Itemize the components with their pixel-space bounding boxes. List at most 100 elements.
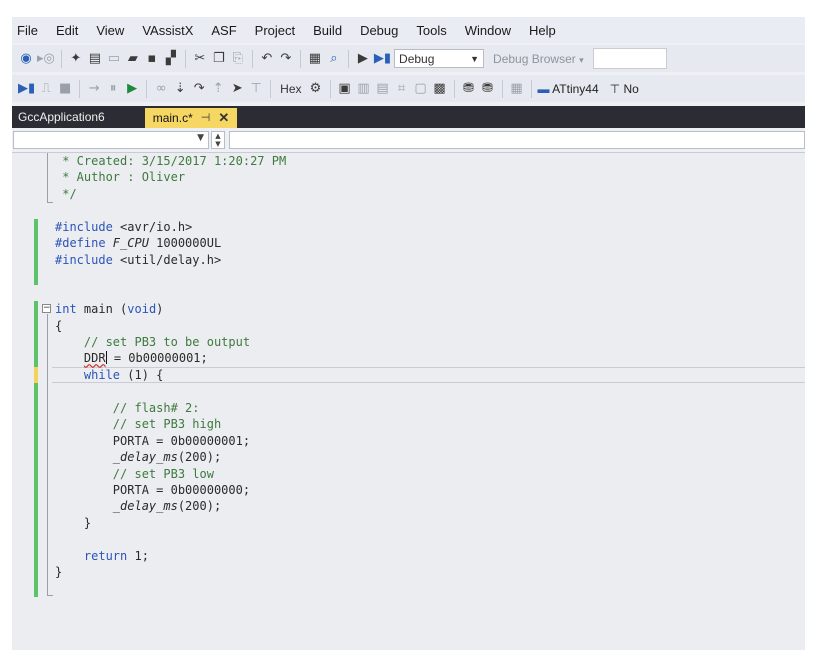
new-file-icon[interactable]: ▭ (106, 49, 122, 69)
code-line-text: * Created: 3/15/2017 1:20:27 PM (55, 153, 286, 169)
start-without-debugging-icon[interactable]: ▶▮ (374, 49, 391, 69)
menu-item-file[interactable]: File (12, 23, 47, 38)
windows-icon[interactable]: ▣ (337, 79, 353, 99)
scope-dropdown[interactable]: ▼ (13, 131, 209, 149)
menu-item-vassistx[interactable]: VAssistX (133, 23, 202, 38)
code-line-text: PORTA = 0b00000001; (55, 433, 250, 449)
code-line[interactable]: _delay_ms(200); (12, 449, 805, 465)
menu-item-tools[interactable]: Tools (407, 23, 455, 38)
code-line[interactable]: #include <util/delay.h> (12, 252, 805, 268)
memory-icon[interactable]: ▥ (356, 79, 372, 99)
run-to-cursor-icon[interactable]: ➤ (229, 79, 245, 99)
step-into-icon[interactable]: ⇣ (172, 79, 188, 99)
step-over-icon[interactable]: ↷ (191, 79, 207, 99)
tool-selector[interactable]: ⊤ No (610, 82, 639, 96)
watch-icon[interactable]: ▩ (432, 79, 448, 99)
code-line[interactable]: * Created: 3/15/2017 1:20:27 PM (12, 153, 805, 169)
menu-item-build[interactable]: Build (304, 23, 351, 38)
code-line[interactable]: */ (12, 186, 805, 202)
code-token: (200); (177, 450, 222, 465)
menu-item-project[interactable]: Project (246, 23, 304, 38)
cut-icon[interactable]: ✂ (192, 49, 208, 69)
code-line[interactable]: } (12, 515, 805, 531)
copy-icon[interactable]: ❐ (211, 49, 227, 69)
menu-item-help[interactable]: Help (520, 23, 565, 38)
back-icon[interactable]: ◉ (18, 49, 34, 69)
start-debug-break-icon[interactable]: ⎍ (38, 79, 54, 99)
redo-icon[interactable]: ↷ (278, 49, 294, 69)
code-line[interactable]: #define F_CPU 1000000UL (12, 235, 805, 251)
menu-item-debug[interactable]: Debug (351, 23, 407, 38)
device-pack-icon[interactable]: ▦ (509, 79, 525, 99)
code-line[interactable]: // set PB3 low (12, 466, 805, 482)
registers-icon[interactable]: ▤ (375, 79, 391, 99)
code-line[interactable]: PORTA = 0b00000001; (12, 433, 805, 449)
code-line[interactable]: { (12, 318, 805, 334)
disassembly-icon[interactable]: ⚙ (308, 79, 324, 99)
debug-browser-dropdown[interactable]: Debug Browser ▾ (493, 52, 584, 66)
open-folder-icon[interactable]: ▰ (125, 49, 141, 69)
member-dropdown[interactable] (229, 131, 805, 149)
chevron-up-icon[interactable]: ▲ (212, 132, 224, 140)
code-line[interactable]: } (12, 564, 805, 580)
show-next-statement-icon[interactable]: ∞ (153, 79, 169, 99)
menu-item-edit[interactable]: Edit (47, 23, 87, 38)
menu-item-view[interactable]: View (87, 23, 133, 38)
new-project-icon[interactable]: ✦ (68, 49, 84, 69)
code-line[interactable]: // set PB3 high (12, 416, 805, 432)
continue-icon[interactable]: ▶ (124, 79, 140, 99)
processor-icon[interactable]: ▢ (413, 79, 429, 99)
code-line[interactable]: * Author : Oliver (12, 169, 805, 185)
io-view-icon[interactable]: ⌗ (394, 79, 410, 99)
chevron-down-icon[interactable]: ▼ (212, 140, 224, 148)
code-line[interactable]: // flash# 2: (12, 400, 805, 416)
undo-icon[interactable]: ↶ (259, 49, 275, 69)
menu-item-asf[interactable]: ASF (202, 23, 245, 38)
toolbar-separator (79, 79, 81, 98)
debug-toolbar: ▶▮ ⎍ ■ → ⏸ ▶ ∞ ⇣ ↷ ⇡ ➤ ⊤ Hex ⚙ ▣ ▥ ▤ ⌗ ▢… (12, 75, 805, 102)
start-debugging-icon[interactable]: ▶ (355, 49, 371, 69)
reset-icon[interactable]: ⊤ (248, 79, 264, 99)
device-programming-icon[interactable]: ⛃ (461, 79, 477, 99)
add-item-icon[interactable]: ▤ (87, 49, 103, 69)
code-line[interactable] (12, 268, 805, 284)
step-arrow-icon[interactable]: → (86, 79, 102, 99)
code-line-text: int main (void) (55, 301, 163, 317)
code-line[interactable]: int main (void) (12, 301, 805, 317)
code-line[interactable]: PORTA = 0b00000000; (12, 482, 805, 498)
paste-icon[interactable]: ⎘ (230, 49, 246, 69)
program-device-icon[interactable]: ⛃ (480, 79, 496, 99)
pin-icon[interactable]: ⊣ (201, 108, 211, 128)
code-line[interactable] (12, 383, 805, 399)
find-icon[interactable]: ⌕ (326, 49, 342, 69)
code-line[interactable]: _delay_ms(200); (12, 498, 805, 514)
step-out-icon[interactable]: ⇡ (210, 79, 226, 99)
pause-icon[interactable]: ⏸ (105, 79, 121, 99)
code-token: } (55, 565, 63, 580)
save-all-icon[interactable]: ▞ (163, 49, 179, 69)
code-editor[interactable]: − * Created: 3/15/2017 1:20:27 PM * Auth… (12, 153, 805, 650)
code-line[interactable] (12, 285, 805, 301)
tab-main-c[interactable]: main.c* ⊣ ✕ (144, 108, 238, 128)
code-line[interactable]: #include <avr/io.h> (12, 219, 805, 235)
toolbar-search-box[interactable] (592, 48, 667, 69)
step-continue-icon[interactable]: ▶▮ (18, 79, 35, 99)
solution-configuration-dropdown[interactable]: Debug ▼ (394, 49, 485, 68)
scope-spinner[interactable]: ▲ ▼ (211, 131, 225, 149)
hex-display-toggle[interactable]: Hex (277, 82, 304, 96)
code-line[interactable]: // set PB3 to be output (12, 334, 805, 350)
device-label: ATtiny44 (552, 81, 599, 96)
close-icon[interactable]: ✕ (218, 108, 229, 128)
code-line[interactable]: return 1; (12, 548, 805, 564)
tab-project[interactable]: GccApplication6 (12, 106, 115, 128)
device-selector[interactable]: ▬ ATtiny44 (538, 82, 599, 96)
code-line[interactable] (12, 202, 805, 218)
stop-icon[interactable]: ■ (57, 79, 73, 99)
code-line[interactable] (12, 531, 805, 547)
code-line[interactable]: while (1) { (12, 367, 805, 383)
menu-item-window[interactable]: Window (456, 23, 520, 38)
forward-icon[interactable]: ▸◎ (37, 49, 55, 69)
code-line[interactable]: DDR = 0b00000001; (12, 350, 805, 366)
solution-explorer-icon[interactable]: ▦ (307, 49, 323, 69)
save-icon[interactable]: ▪ (144, 49, 160, 69)
